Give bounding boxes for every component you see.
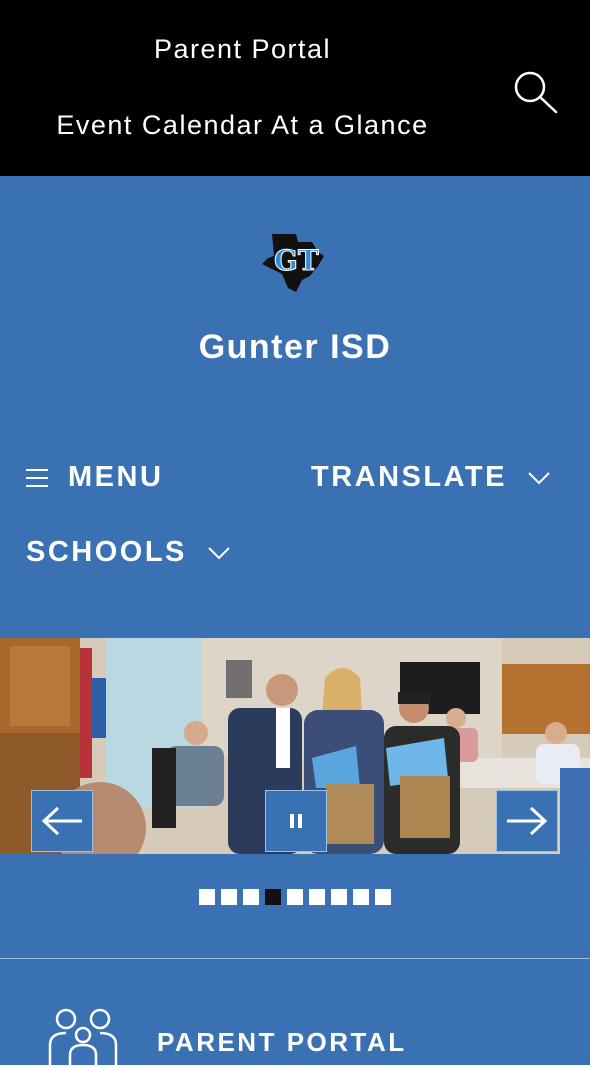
slide-dot[interactable] [287,889,303,905]
pause-icon [290,814,302,828]
next-slide-button[interactable] [496,790,558,852]
translate-label: TRANSLATE [311,461,507,493]
page: Parent Portal Event Calendar At a Glance… [0,0,590,1067]
slide-dot[interactable] [309,889,325,905]
slide-indicators [0,854,590,958]
slide-dot[interactable] [265,889,281,905]
arrow-right-icon [507,806,548,836]
hero-slideshow [0,638,590,854]
top-utility-bar: Parent Portal Event Calendar At a Glance [0,0,590,176]
search-button[interactable] [508,66,560,118]
slide-dot[interactable] [331,889,347,905]
parent-portal-link[interactable]: Parent Portal [0,34,485,65]
slide-dot[interactable] [243,889,259,905]
family-icon [48,1008,118,1067]
slide-dots [199,889,397,905]
chevron-down-icon [528,471,550,484]
arrow-left-icon [41,806,82,836]
search-icon [514,71,558,114]
event-calendar-link[interactable]: Event Calendar At a Glance [0,110,485,141]
pause-slideshow-button[interactable] [265,790,327,852]
schools-label: SCHOOLS [26,536,187,568]
previous-slide-button[interactable] [31,790,93,852]
hamburger-icon [26,468,48,487]
logo-lettering: GT [274,244,319,277]
schools-button[interactable]: SCHOOLS [26,536,231,569]
site-name[interactable]: Gunter ISD [0,328,590,367]
slide-dot[interactable] [353,889,369,905]
slide-dot[interactable] [375,889,391,905]
site-header: GT Gunter ISD MENU TRANSLATE SCHOOLS [0,176,590,638]
quick-link-parent-portal[interactable]: PARENT PORTAL [0,958,590,1067]
chevron-down-icon [208,546,230,559]
menu-label: MENU [68,461,164,493]
menu-button[interactable]: MENU [26,461,163,494]
translate-button[interactable]: TRANSLATE [311,461,551,494]
slide-dot[interactable] [221,889,237,905]
quick-link-label: PARENT PORTAL [157,1027,407,1057]
district-logo[interactable]: GT [258,230,328,296]
slide-dot[interactable] [199,889,215,905]
